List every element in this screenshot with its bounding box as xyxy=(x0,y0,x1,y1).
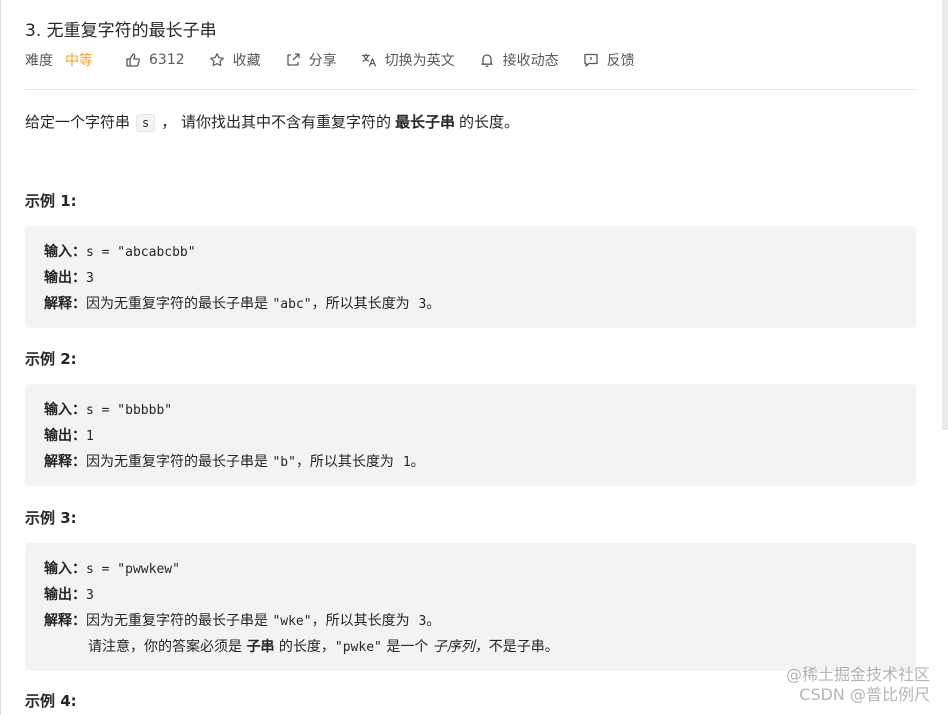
statement-bold: 最长子串 xyxy=(395,113,456,131)
example-note: 请注意，你的答案必须是 子串 的长度，"pwke" 是一个 子序列，不是子串。 xyxy=(88,639,559,655)
switch-language-label: 切换为英文 xyxy=(384,53,455,69)
example-title: 示例 1: xyxy=(25,192,77,210)
example-title: 示例 3: xyxy=(25,509,77,527)
meta-divider xyxy=(25,89,916,90)
statement-text: 给定一个字符串 xyxy=(25,113,131,131)
example-output: 输出：3 xyxy=(44,270,94,286)
watermark: @稀土掘金技术社区 CSDN @普比例尺 xyxy=(786,665,930,705)
difficulty-badge: 中等 xyxy=(65,53,93,69)
statement-text: 的长度。 xyxy=(459,113,520,131)
example-title: 示例 4: xyxy=(25,692,77,710)
example-title: 示例 2: xyxy=(25,350,77,368)
example-output: 输出：1 xyxy=(44,428,94,444)
problem-statement: 给定一个字符串 s ， 请你找出其中不含有重复字符的 最长子串 的长度。 xyxy=(25,111,519,132)
feedback-icon xyxy=(583,53,598,67)
like-count: 6312 xyxy=(149,52,185,68)
like-button[interactable]: 6312 xyxy=(125,52,185,68)
example-block: 输入：s = "abcabcbb" 输出：3 解释：因为无重复字符的最长子串是 … xyxy=(25,226,916,328)
favorite-button[interactable]: 收藏 xyxy=(209,50,261,70)
translate-icon xyxy=(361,53,376,67)
example-input: 输入：s = "pwwkew" xyxy=(44,561,180,577)
statement-text: ， 请你找出其中不含有重复字符的 xyxy=(161,113,392,131)
problem-title: 3. 无重复字符的最长子串 xyxy=(25,21,217,41)
page-left-border xyxy=(0,0,1,715)
example-explanation: 解释：因为无重复字符的最长子串是 "b"，所以其长度为 1。 xyxy=(44,454,425,470)
share-label: 分享 xyxy=(308,53,337,69)
example-output: 输出：3 xyxy=(44,587,94,603)
share-icon xyxy=(286,53,300,66)
problem-meta-bar: 难度 中等 6312 收藏 分享 切换为英文 接收动态 反馈 xyxy=(25,50,659,70)
share-button[interactable]: 分享 xyxy=(285,50,337,70)
favorite-label: 收藏 xyxy=(232,53,261,69)
example-input: 输入：s = "bbbbb" xyxy=(44,402,173,418)
feedback-button[interactable]: 反馈 xyxy=(583,50,635,70)
notify-button[interactable]: 接收动态 xyxy=(479,50,559,70)
example-block: 输入：s = "bbbbb" 输出：1 解释：因为无重复字符的最长子串是 "b"… xyxy=(25,384,916,486)
example-block: 输入：s = "pwwkew" 输出：3 解释：因为无重复字符的最长子串是 "w… xyxy=(25,543,916,671)
bell-icon xyxy=(480,54,493,68)
example-explanation: 解释：因为无重复字符的最长子串是 "wke"，所以其长度为 3。 xyxy=(44,613,441,629)
example-input: 输入：s = "abcabcbb" xyxy=(44,244,196,260)
notify-label: 接收动态 xyxy=(502,53,559,69)
thumbs-up-icon xyxy=(126,53,140,67)
feedback-label: 反馈 xyxy=(606,53,635,69)
difficulty-label: 难度 xyxy=(25,53,53,69)
watermark-line: @稀土掘金技术社区 xyxy=(785,665,930,684)
watermark-line: CSDN @普比例尺 xyxy=(799,685,930,704)
example-explanation: 解释：因为无重复字符的最长子串是 "abc"，所以其长度为 3。 xyxy=(44,296,441,312)
switch-language-button[interactable]: 切换为英文 xyxy=(361,50,455,70)
scrollbar[interactable] xyxy=(942,0,948,430)
star-icon xyxy=(209,53,224,67)
inline-code: s xyxy=(136,114,156,132)
